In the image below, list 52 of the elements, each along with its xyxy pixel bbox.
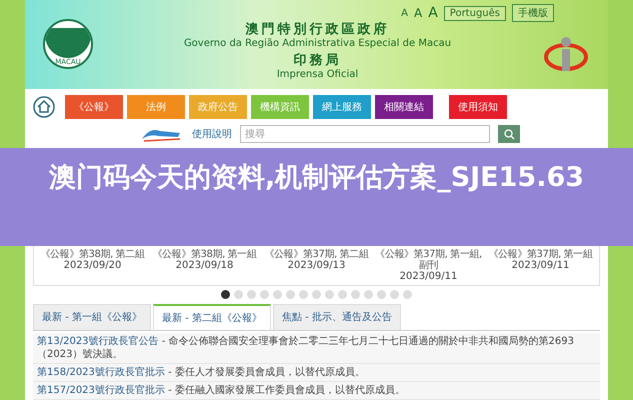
notice-row: 第158/2023號行政長官批示 - 委任人才發展委員會成員，以替代原成員。 [33, 364, 600, 382]
carousel-dot[interactable] [221, 290, 230, 300]
carousel-dot[interactable] [299, 290, 308, 300]
nav-button[interactable]: 網上服務 [313, 94, 371, 119]
notice-link[interactable]: 第13/2023號行政長官公告 [37, 336, 159, 348]
issue-caption[interactable]: 《公報》第37期, 第一組 [488, 249, 592, 260]
gazette-tab[interactable]: 最新 - 第一組《公報》 [33, 304, 151, 330]
notice-link[interactable]: 第158/2023號行政長官批示 [37, 367, 165, 378]
font-size-button[interactable]: A [414, 6, 422, 20]
language-button[interactable]: Português [444, 6, 506, 20]
home-icon[interactable] [33, 96, 55, 118]
issue-caption[interactable]: 《公報》第37期, 第二組 [264, 249, 368, 260]
issue-caption[interactable]: 《公報》第38期, 第一組 [152, 249, 256, 260]
nav-button[interactable]: 相關連結 [375, 94, 433, 119]
issue-date: 2023/09/11 [400, 271, 458, 282]
notice-row: 第157/2023號行政長官批示 - 委任融入國家發展工作委員會成員，以替代原成員。 [33, 382, 600, 400]
help-link[interactable]: 使用說明 [192, 127, 232, 142]
issue-date: 2023/09/11 [512, 260, 570, 272]
carousel-dot[interactable] [234, 290, 243, 300]
carousel-dot[interactable] [247, 290, 256, 300]
department-subtitle: Imprensa Oficial [276, 69, 358, 80]
issue-date: 2023/09/18 [176, 260, 234, 272]
gazette-tab[interactable]: 最新 - 第二組《公報》 [152, 304, 271, 330]
department-title: 印務局 [294, 52, 342, 69]
issue-caption[interactable]: 《公報》第37期, 第一組, 副刊 [373, 249, 484, 272]
search-icon [504, 128, 514, 140]
carousel-dot[interactable] [377, 290, 386, 300]
carousel-dot[interactable] [364, 290, 373, 300]
font-size-button[interactable]: A [428, 5, 438, 21]
issue-date: 2023/09/13 [288, 260, 346, 272]
nav-button[interactable]: 使用須知 [449, 94, 507, 119]
nav-button[interactable]: 《公報》 [65, 94, 123, 119]
language-button[interactable]: 手機版 [512, 4, 554, 22]
issue-date: 2023/09/20 [64, 260, 122, 272]
carousel-dot[interactable] [312, 290, 321, 300]
government-subtitle: Governo da Região Administrativa Especial de Macau [184, 38, 452, 50]
font-size-button[interactable]: A [401, 8, 408, 18]
issue-caption[interactable]: 《公報》第38期, 第二組 [40, 249, 144, 260]
title-banner: 澳门码今天的资料,机制评估方案_SJE15.63 [0, 148, 633, 246]
government-title: 澳門特別行政區政府 [246, 20, 390, 38]
notice-row: 第13/2023號行政長官公告 - 命令公佈聯合國安全理事會於二零二三年七月二十七日通過的關於中非共和國局勢的第2693（2023）號決議。 [33, 333, 600, 364]
carousel-dot[interactable] [273, 290, 282, 300]
carousel-dot[interactable] [351, 290, 360, 300]
notice-link[interactable]: 第157/2023號行政長官批示 [37, 385, 165, 396]
search-button[interactable] [498, 125, 520, 144]
carousel-dot[interactable] [338, 290, 347, 300]
carousel-dot[interactable] [390, 290, 399, 300]
gazette-tab[interactable]: 焦點 - 批示、通告及公告 [272, 304, 401, 330]
carousel-dot[interactable] [260, 290, 269, 300]
carousel-dot[interactable] [286, 290, 295, 300]
carousel-dot[interactable] [325, 290, 334, 300]
carousel-dot[interactable] [403, 290, 412, 300]
